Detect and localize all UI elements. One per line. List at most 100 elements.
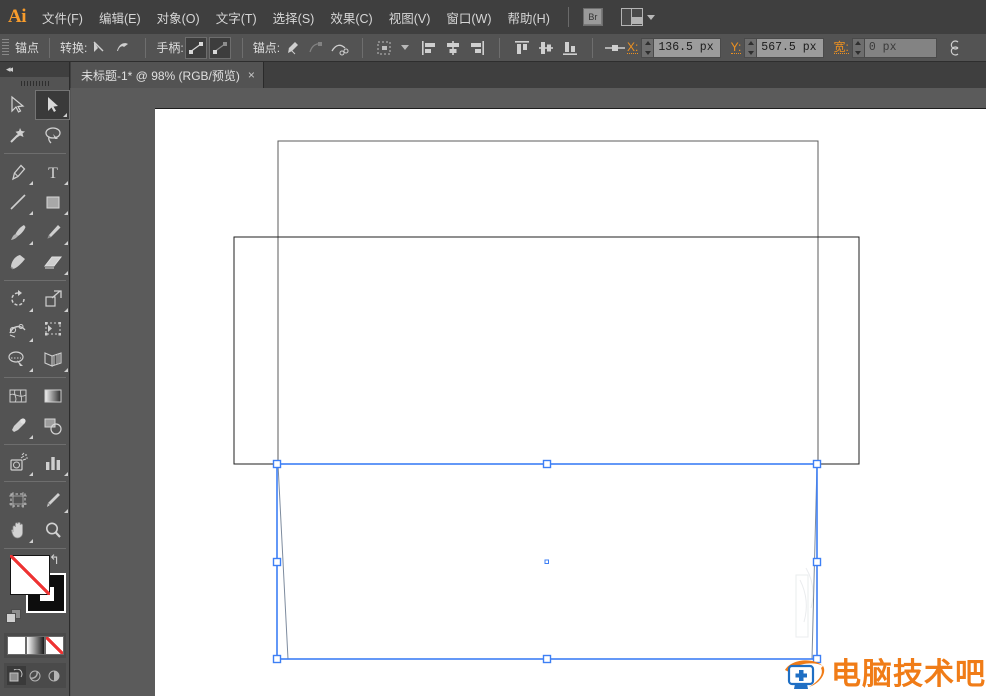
menu-edit[interactable]: 编辑(E)	[91, 0, 149, 34]
tool-gradient[interactable]	[35, 381, 70, 411]
menu-object[interactable]: 对象(O)	[149, 0, 208, 34]
align-left-icon[interactable]	[418, 37, 440, 59]
hide-handles-icon[interactable]	[208, 36, 231, 59]
tool-blend[interactable]	[35, 411, 70, 441]
show-handles-icon[interactable]	[184, 36, 207, 59]
menu-help[interactable]: 帮助(H)	[500, 0, 558, 34]
tool-rotate[interactable]	[0, 284, 35, 314]
tool-flyout-indicator[interactable]	[64, 271, 68, 275]
tool-flyout-indicator[interactable]	[29, 181, 33, 185]
tools-panel-grip[interactable]	[0, 77, 69, 90]
align-center-vertical-icon[interactable]	[535, 37, 557, 59]
menu-select[interactable]: 选择(S)	[265, 0, 323, 34]
convert-to-corner-icon[interactable]	[88, 37, 110, 59]
tool-scale[interactable]	[35, 284, 70, 314]
tool-artboard[interactable]	[0, 485, 35, 515]
tool-magic-wand[interactable]	[0, 120, 35, 150]
tool-rectangle[interactable]	[35, 187, 70, 217]
tool-selection[interactable]	[0, 90, 35, 120]
align-right-icon[interactable]	[466, 37, 488, 59]
middle-rectangle[interactable]	[233, 236, 860, 465]
tool-flyout-indicator[interactable]	[29, 308, 33, 312]
menu-file[interactable]: 文件(F)	[34, 0, 91, 34]
width-value[interactable]: 0 px	[864, 37, 937, 58]
tool-eyedropper[interactable]	[0, 411, 35, 441]
link-dimensions-icon[interactable]	[945, 37, 967, 59]
tool-flyout-indicator[interactable]	[64, 368, 68, 372]
default-fill-stroke-icon[interactable]	[6, 609, 22, 625]
remove-anchor-point-icon[interactable]	[281, 37, 303, 59]
tool-pen[interactable]	[0, 157, 35, 187]
cut-path-at-anchor-icon[interactable]	[329, 37, 351, 59]
tool-flyout-indicator[interactable]	[64, 181, 68, 185]
menu-effect[interactable]: 效果(C)	[322, 0, 380, 34]
x-stepper[interactable]	[641, 37, 655, 58]
tool-hand[interactable]	[0, 515, 35, 545]
tool-slice[interactable]	[35, 485, 70, 515]
fill-color-button[interactable]	[6, 636, 26, 655]
tool-shape-builder[interactable]	[0, 344, 35, 374]
menu-window[interactable]: 窗口(W)	[438, 0, 499, 34]
y-stepper[interactable]	[744, 37, 758, 58]
close-icon[interactable]: ×	[248, 68, 255, 82]
bridge-icon[interactable]: Br	[582, 8, 603, 26]
tool-flyout-indicator[interactable]	[64, 472, 68, 476]
tool-flyout-indicator[interactable]	[64, 241, 68, 245]
tool-paintbrush[interactable]	[0, 217, 35, 247]
tool-line-segment[interactable]	[0, 187, 35, 217]
chevron-down-icon[interactable]	[646, 14, 655, 20]
x-position-field[interactable]: X: 136.5 px	[627, 37, 721, 58]
fill-none-button[interactable]	[44, 636, 64, 655]
tool-mesh[interactable]	[0, 381, 35, 411]
width-stepper[interactable]	[851, 37, 865, 58]
tool-flyout-indicator[interactable]	[29, 368, 33, 372]
y-value[interactable]: 567.5 px	[757, 37, 824, 58]
workspace-switcher-icon[interactable]	[620, 8, 643, 26]
tool-blob-brush[interactable]	[0, 247, 35, 277]
transform-handle-icon[interactable]	[604, 37, 626, 59]
width-field[interactable]: 宽: 0 px	[833, 37, 937, 58]
align-bottom-icon[interactable]	[559, 37, 581, 59]
tool-flyout-indicator[interactable]	[64, 509, 68, 513]
tool-width[interactable]	[0, 314, 35, 344]
upper-rectangle[interactable]	[277, 140, 819, 465]
fill-gradient-button[interactable]	[25, 636, 45, 655]
tool-column-graph[interactable]	[35, 448, 70, 478]
document-tab[interactable]: 未标题-1* @ 98% (RGB/预览) ×	[71, 62, 264, 88]
chevron-down-icon[interactable]	[401, 45, 410, 50]
tool-direct-selection[interactable]	[35, 90, 70, 120]
draw-behind-button[interactable]	[26, 666, 45, 685]
tool-symbol-sprayer[interactable]	[0, 448, 35, 478]
tool-flyout-indicator[interactable]	[64, 308, 68, 312]
tool-flyout-indicator[interactable]	[29, 435, 33, 439]
tool-eraser[interactable]	[35, 247, 70, 277]
tool-type[interactable]: T	[35, 157, 70, 187]
tool-flyout-indicator[interactable]	[63, 113, 67, 117]
collapse-panel-icon[interactable]: ◂◂	[6, 64, 13, 75]
swap-fill-stroke-icon[interactable]: ↰	[49, 553, 63, 567]
isolate-selected-object-icon[interactable]	[374, 37, 396, 59]
connect-anchor-points-icon[interactable]	[305, 37, 327, 59]
x-value[interactable]: 136.5 px	[654, 37, 721, 58]
control-bar-grip[interactable]	[2, 38, 9, 57]
tool-flyout-indicator[interactable]	[29, 539, 33, 543]
tool-flyout-indicator[interactable]	[29, 241, 33, 245]
tool-flyout-indicator[interactable]	[29, 211, 33, 215]
fill-swatch[interactable]	[10, 555, 50, 595]
align-center-horizontal-icon[interactable]	[442, 37, 464, 59]
tool-lasso[interactable]	[35, 120, 70, 150]
tool-flyout-indicator[interactable]	[29, 472, 33, 476]
convert-to-smooth-icon[interactable]	[112, 37, 134, 59]
tool-flyout-indicator[interactable]	[64, 211, 68, 215]
tool-free-transform[interactable]	[35, 314, 70, 344]
align-top-icon[interactable]	[511, 37, 533, 59]
selected-trapezoid[interactable]	[277, 463, 818, 660]
selection-anchors[interactable]	[272, 459, 822, 664]
y-position-field[interactable]: Y: 567.5 px	[730, 37, 824, 58]
tool-zoom[interactable]	[35, 515, 70, 545]
menu-type[interactable]: 文字(T)	[208, 0, 265, 34]
tools-panel-header[interactable]: ◂◂	[0, 62, 69, 77]
menu-view[interactable]: 视图(V)	[381, 0, 439, 34]
draw-inside-button[interactable]	[45, 666, 64, 685]
draw-normal-button[interactable]	[6, 666, 26, 685]
